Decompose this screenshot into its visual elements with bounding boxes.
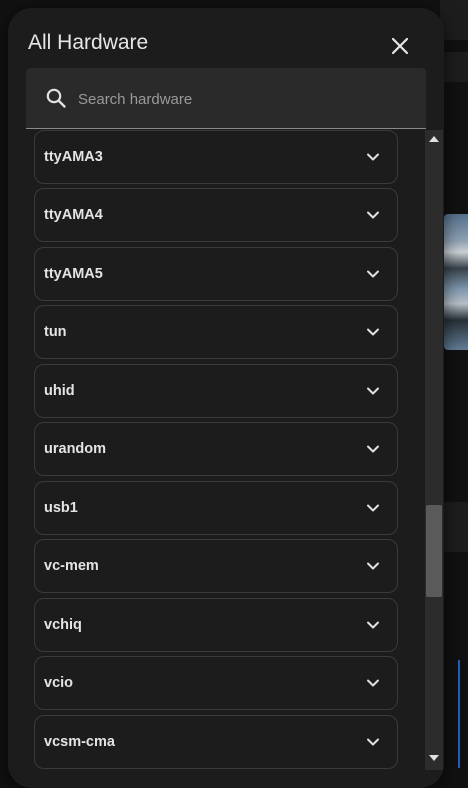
chevron-down-icon[interactable] — [364, 674, 382, 692]
list-item[interactable]: ttyAMA5 — [34, 247, 398, 301]
list-item[interactable]: usb1 — [34, 481, 398, 535]
list-item-label: uhid — [44, 383, 75, 399]
chevron-down-icon[interactable] — [364, 440, 382, 458]
dialog-header: All Hardware — [8, 8, 444, 68]
chevron-down-icon[interactable] — [364, 733, 382, 751]
scrollbar-thumb[interactable] — [426, 505, 442, 597]
dialog-title: All Hardware — [28, 31, 149, 54]
list-item[interactable]: vcio — [34, 656, 398, 710]
list-item[interactable]: uhid — [34, 364, 398, 418]
background-graph-line — [458, 660, 468, 768]
chevron-down-icon[interactable] — [364, 557, 382, 575]
search-icon — [46, 88, 66, 108]
chevron-down-icon[interactable] — [364, 265, 382, 283]
list-item-label: vchiq — [44, 617, 82, 633]
chevron-down-icon[interactable] — [364, 148, 382, 166]
list-item[interactable]: ttyAMA4 — [34, 188, 398, 242]
list-item-label: usb1 — [44, 500, 78, 516]
list-item[interactable]: vcsm-cma — [34, 715, 398, 769]
list-item-label: tun — [44, 324, 67, 340]
chevron-down-icon[interactable] — [364, 616, 382, 634]
background-bar — [440, 0, 468, 40]
chevron-down-icon[interactable] — [364, 499, 382, 517]
hardware-dialog: All Hardware ttyAMA3 ttyAMA4 ttyAMA5 tun — [8, 8, 444, 788]
list-item-label: ttyAMA3 — [44, 149, 103, 165]
close-button[interactable] — [386, 32, 414, 60]
search-input[interactable] — [76, 86, 410, 112]
list-item[interactable]: ttyAMA3 — [34, 130, 398, 184]
scroll-up-arrow-icon[interactable] — [429, 135, 439, 143]
close-icon — [391, 37, 409, 55]
list-item[interactable]: vc-mem — [34, 539, 398, 593]
list-item-label: urandom — [44, 441, 107, 457]
list-item[interactable]: tun — [34, 305, 398, 359]
chevron-down-icon[interactable] — [364, 323, 382, 341]
background-bar — [440, 502, 468, 552]
background-bar — [440, 52, 468, 82]
list-item-label: vcio — [44, 675, 74, 691]
list-item-label: ttyAMA5 — [44, 266, 103, 282]
background-image — [444, 214, 468, 350]
chevron-down-icon[interactable] — [364, 382, 382, 400]
scroll-down-arrow-icon[interactable] — [429, 754, 439, 762]
list-item-label: vc-mem — [44, 558, 99, 574]
scrollbar[interactable] — [425, 130, 443, 770]
list-item[interactable]: vchiq — [34, 598, 398, 652]
search-field[interactable] — [26, 68, 426, 129]
list-item[interactable]: urandom — [34, 422, 398, 476]
list-item-label: vcsm-cma — [44, 734, 115, 750]
list-item-label: ttyAMA4 — [44, 207, 103, 223]
chevron-down-icon[interactable] — [364, 206, 382, 224]
